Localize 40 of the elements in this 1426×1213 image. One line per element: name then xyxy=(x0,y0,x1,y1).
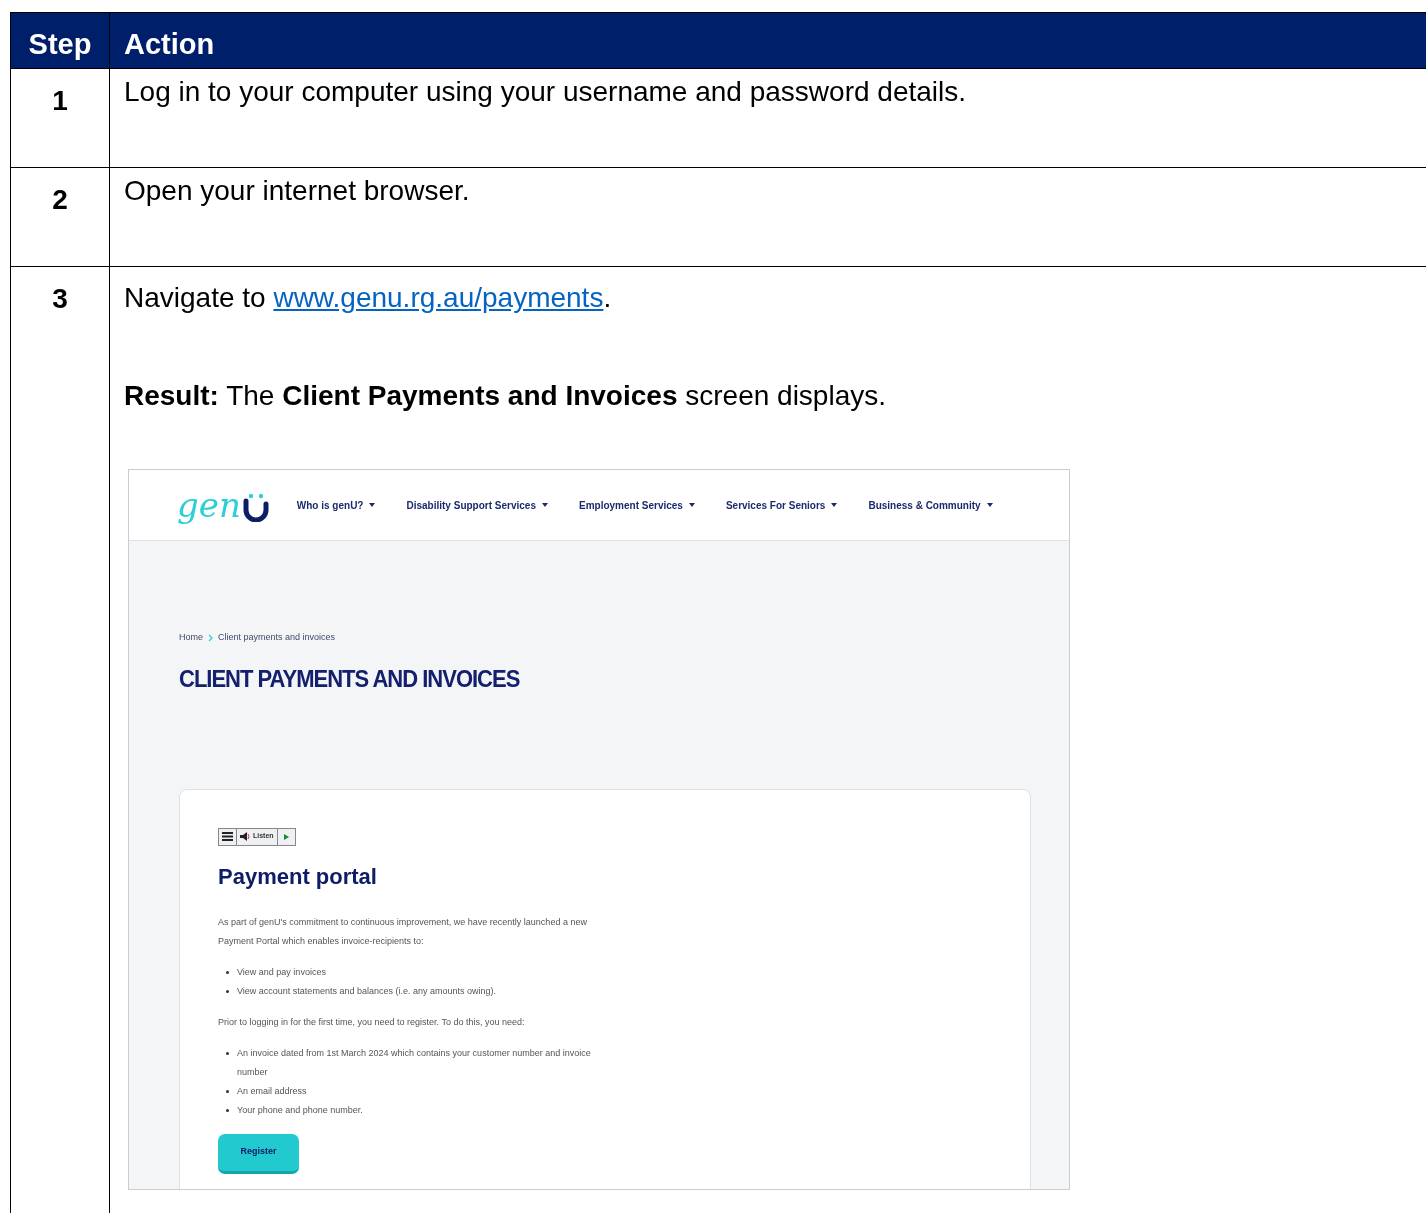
nav-menu-item[interactable]: Who is genU? xyxy=(296,497,376,513)
step-number: 3 xyxy=(52,282,68,316)
step-number: 2 xyxy=(52,183,68,217)
nav-menu-item[interactable]: Employment Services xyxy=(578,497,695,513)
caret-icon xyxy=(986,503,993,507)
logo-text: gen xyxy=(177,488,241,522)
list-item-text: An email address xyxy=(237,1084,307,1098)
register-button[interactable]: Register xyxy=(218,1133,299,1174)
bullet-icon xyxy=(226,1089,229,1093)
bullet-icon xyxy=(226,1051,229,1055)
breadcrumb-link[interactable]: Home xyxy=(179,631,203,645)
instruction-text: Log in to your computer using your username and password details. xyxy=(124,75,967,109)
paragraph: Prior to logging in for the first time, you need to register. To do this, you need: xyxy=(218,1015,526,1029)
caret-icon xyxy=(541,503,548,507)
list-item-text: Your phone and phone number. xyxy=(237,1103,363,1117)
instruction-text: Open your internet browser. xyxy=(124,174,470,208)
caret-icon xyxy=(831,503,838,507)
paragraph: As part of genU's commitment to continuous improvement, we have recently launched a new Payment Portal which enables invoice-recipients to: xyxy=(218,915,588,948)
link[interactable]: www.genu.rg.au/payments xyxy=(273,282,604,313)
result-text: Result: The Client Payments and Invoices screen displays. xyxy=(124,379,886,413)
list-item-text: View and pay invoices xyxy=(237,965,326,979)
step-number: 1 xyxy=(52,84,68,118)
page-title: CLIENT PAYMENTS AND INVOICES xyxy=(179,663,521,694)
speaker-icon xyxy=(240,832,250,841)
nav-menu-item[interactable]: Disability Support Services xyxy=(406,497,548,513)
instruction-text: Navigate to www.genu.rg.au/payments. xyxy=(124,281,612,315)
chevron-icon xyxy=(208,633,213,642)
caret-icon xyxy=(369,503,376,507)
nav-menu-item[interactable]: Business & Community xyxy=(868,497,993,513)
caret-icon xyxy=(688,503,695,507)
column-header: Action xyxy=(109,12,1426,69)
nav-menu-item[interactable]: Services For Seniors xyxy=(725,497,838,513)
list-item-text: An invoice dated from 1st March 2024 which contains your customer number and invoice number xyxy=(237,1046,592,1079)
menu-icon[interactable] xyxy=(219,828,237,845)
list-item-text: View account statements and balances (i.e. any amounts owing). xyxy=(237,984,496,998)
card-title: Payment portal xyxy=(218,862,378,891)
bullet-icon xyxy=(226,989,229,993)
bullet-icon xyxy=(226,970,229,974)
column-header: Step xyxy=(10,12,110,69)
bullet-icon xyxy=(226,1108,229,1112)
